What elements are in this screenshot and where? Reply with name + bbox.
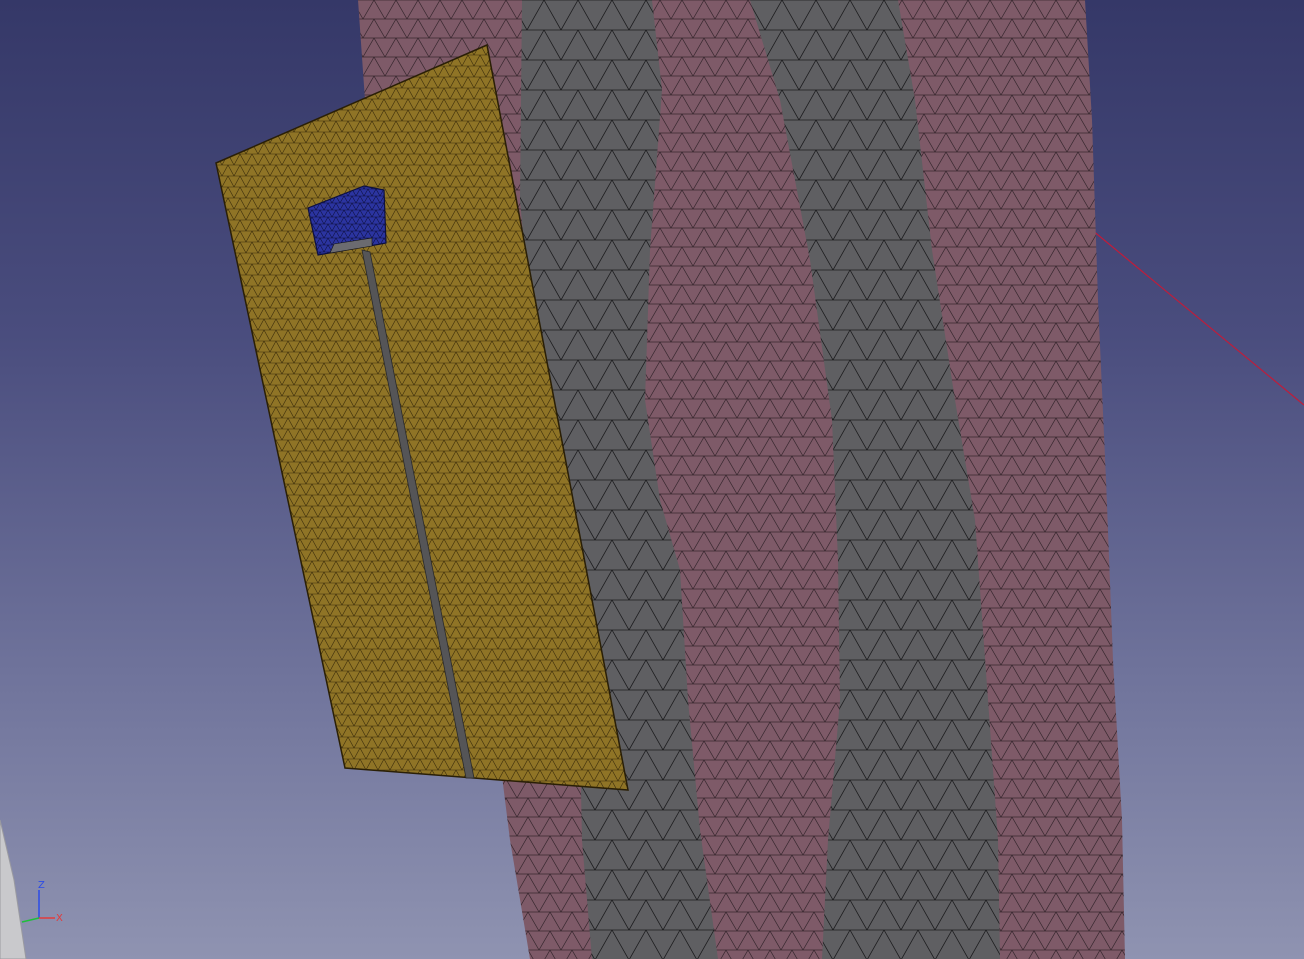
- partial-object[interactable]: [0, 819, 27, 959]
- scene-canvas[interactable]: Z X: [0, 0, 1304, 959]
- axis-z-label: Z: [38, 880, 45, 891]
- axis-guide-line: [1091, 229, 1304, 406]
- axis-x-label: X: [56, 913, 63, 924]
- 3d-viewport[interactable]: Z X: [0, 0, 1304, 959]
- axis-y-line: [21, 917, 40, 923]
- axis-triad: Z X: [21, 880, 63, 924]
